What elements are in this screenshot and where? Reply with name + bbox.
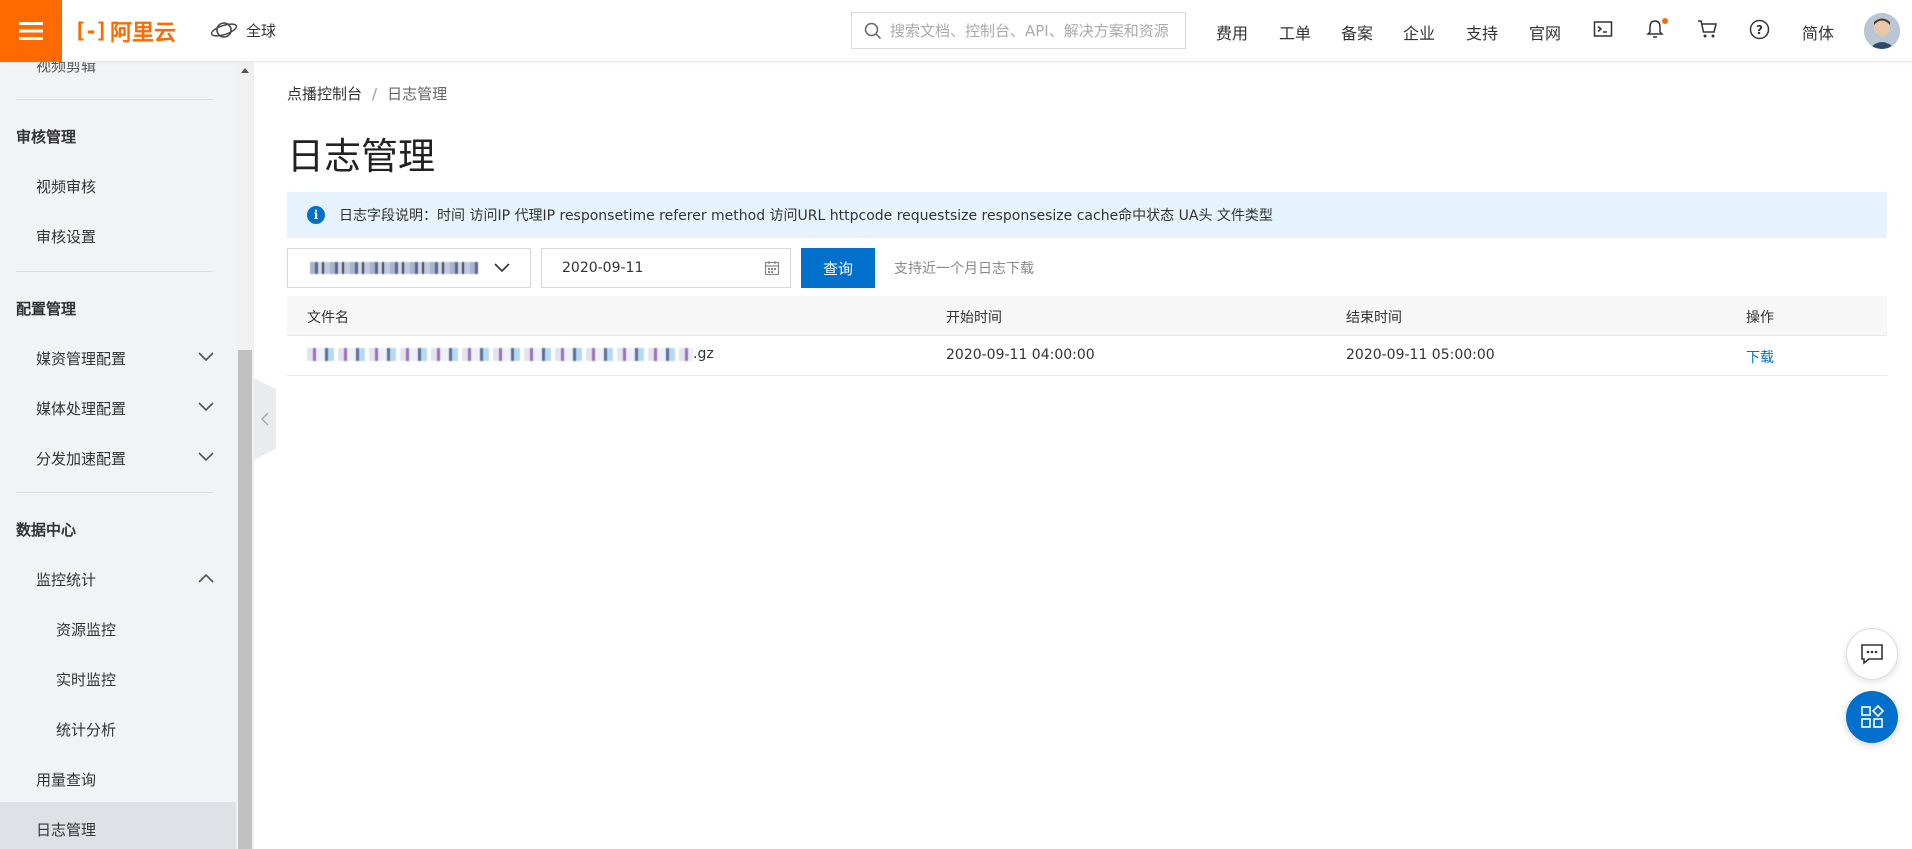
sidebar-group-data-center: 数据中心	[16, 521, 77, 539]
feedback-chat-button[interactable]	[1846, 628, 1898, 680]
logo-text: 阿里云	[109, 21, 176, 46]
terminal-icon[interactable]	[1593, 19, 1613, 43]
download-link[interactable]: 下载	[1746, 347, 1774, 367]
query-button[interactable]: 查询	[801, 248, 875, 288]
sidebar-item-monitoring-stats[interactable]: 监控统计	[36, 569, 96, 590]
filename-redacted	[307, 347, 693, 361]
notification-dot	[1662, 18, 1668, 24]
chevron-down-icon	[494, 263, 510, 273]
breadcrumb-current: 日志管理	[387, 85, 448, 103]
help-icon[interactable]: ?	[1749, 19, 1770, 44]
column-header-end-time: 结束时间	[1346, 310, 1402, 326]
column-header-start-time: 开始时间	[946, 310, 1002, 326]
breadcrumb-vod-console[interactable]: 点播控制台	[287, 85, 362, 103]
avatar-person-icon	[1864, 13, 1900, 49]
sidebar-item-usage-query[interactable]: 用量查询	[36, 769, 96, 790]
domain-select[interactable]	[287, 248, 531, 288]
sidebar-item-video-review[interactable]: 视频审核	[36, 176, 96, 197]
calendar-icon	[764, 261, 780, 276]
log-table: 文件名 开始时间 结束时间 操作 .gz 2020-09-11 04:00:00…	[287, 296, 1887, 376]
table-row: .gz 2020-09-11 04:00:00 2020-09-11 05:00…	[287, 336, 1887, 376]
chevron-down-icon[interactable]	[198, 402, 214, 412]
aliyun-logo-mark-icon: [-]	[74, 19, 108, 43]
sidebar-item-review-settings[interactable]: 审核设置	[36, 226, 96, 247]
date-picker[interactable]: 2020-09-11	[541, 248, 791, 288]
sidebar-item-realtime-monitor[interactable]: 实时监控	[56, 669, 116, 690]
search-icon	[864, 22, 882, 39]
user-avatar[interactable]	[1864, 13, 1900, 49]
nav-tickets[interactable]: 工单	[1279, 20, 1311, 44]
sidebar-collapse-handle[interactable]	[254, 378, 276, 460]
global-search[interactable]	[851, 12, 1186, 49]
globe-icon	[210, 22, 238, 38]
sidebar-group-config: 配置管理	[16, 300, 77, 318]
download-hint: 支持近一个月日志下载	[894, 261, 1034, 277]
sidebar-scrollbar[interactable]	[236, 62, 254, 849]
nav-icp[interactable]: 备案	[1341, 20, 1373, 44]
filename-suffix: .gz	[693, 346, 714, 362]
search-input[interactable]	[890, 21, 1175, 40]
chevron-up-icon[interactable]	[198, 573, 214, 583]
top-navigation-bar: [-] 阿里云 全球 费用 工单 备案 企业 支持 官网 ? 简体	[0, 0, 1912, 62]
apps-grid-icon	[1861, 705, 1884, 728]
breadcrumb: 点播控制台 / 日志管理	[287, 83, 447, 104]
nav-support[interactable]: 支持	[1466, 20, 1498, 44]
page-title: 日志管理	[287, 135, 435, 178]
left-sidebar: 视频剪辑 审核管理 视频审核 审核设置 配置管理 媒资管理配置 媒体处理配置 分…	[0, 62, 236, 849]
domain-value-redacted	[310, 262, 478, 274]
sidebar-divider	[16, 271, 214, 272]
sidebar-divider	[16, 492, 214, 493]
breadcrumb-separator: /	[372, 85, 378, 103]
info-icon: i	[307, 206, 325, 224]
sidebar-item-cdn-config[interactable]: 分发加速配置	[36, 448, 126, 469]
sidebar-item-log-management[interactable]: 日志管理	[36, 819, 96, 840]
log-fields-notice: i 日志字段说明：时间 访问IP 代理IP responsetime refer…	[287, 192, 1887, 238]
column-header-filename: 文件名	[307, 310, 349, 326]
notification-bell-icon[interactable]	[1645, 18, 1668, 43]
end-time-cell: 2020-09-11 05:00:00	[1346, 347, 1495, 363]
chat-icon	[1861, 644, 1883, 665]
chevron-down-icon[interactable]	[198, 352, 214, 362]
column-header-action: 操作	[1746, 310, 1774, 326]
table-header: 文件名 开始时间 结束时间 操作	[287, 296, 1887, 336]
menu-icon	[19, 22, 43, 40]
start-time-cell: 2020-09-11 04:00:00	[946, 347, 1095, 363]
sidebar-group-review: 审核管理	[16, 128, 77, 146]
nav-enterprise[interactable]: 企业	[1403, 20, 1435, 44]
nav-fees[interactable]: 费用	[1216, 20, 1248, 44]
sidebar-item-video-edit[interactable]: 视频剪辑	[36, 62, 96, 76]
date-value: 2020-09-11	[562, 260, 644, 276]
filename-cell: .gz	[307, 346, 714, 362]
region-label: 全球	[246, 21, 277, 40]
sidebar-item-media-processing-config[interactable]: 媒体处理配置	[36, 398, 126, 419]
nav-official-site[interactable]: 官网	[1529, 20, 1561, 44]
cart-icon[interactable]	[1697, 19, 1719, 43]
svg-text:?: ?	[1756, 23, 1763, 37]
sidebar-item-media-asset-config[interactable]: 媒资管理配置	[36, 348, 126, 369]
sidebar-item-resource-monitor[interactable]: 资源监控	[56, 619, 116, 640]
chevron-left-icon	[261, 412, 269, 426]
region-selector[interactable]: 全球	[210, 19, 276, 41]
aliyun-logo[interactable]: [-] 阿里云	[74, 15, 176, 47]
chevron-down-icon[interactable]	[198, 452, 214, 462]
notice-text: 日志字段说明：时间 访问IP 代理IP responsetime referer…	[339, 208, 1273, 224]
scrollbar-thumb[interactable]	[238, 350, 252, 849]
language-switch[interactable]: 简体	[1802, 20, 1834, 44]
hamburger-menu-button[interactable]	[0, 0, 62, 62]
sidebar-divider	[16, 99, 214, 100]
sidebar-item-statistics[interactable]: 统计分析	[56, 719, 116, 740]
quick-apps-button[interactable]	[1846, 691, 1898, 743]
scroll-up-arrow-icon[interactable]	[241, 68, 249, 73]
